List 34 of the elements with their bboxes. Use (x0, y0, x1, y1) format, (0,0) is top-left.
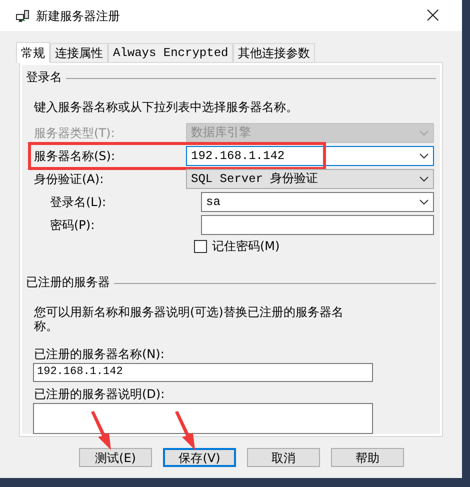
tab[interactable]: Always Encrypted (108, 43, 234, 62)
dialog-button[interactable]: 保存(V) (163, 448, 236, 467)
instruction-text: 键入服务器名称或从下拉列表中选择服务器名称。 (33, 99, 299, 116)
combo-box[interactable]: 192.168.1.142 (186, 146, 434, 166)
server-name-field[interactable]: 192.168.1.142 (33, 363, 373, 382)
window-title: 新建服务器注册 (36, 8, 121, 24)
group-title: 已注册的服务器 (26, 274, 110, 291)
checkbox[interactable] (194, 240, 207, 252)
combo-box[interactable]: sa (201, 192, 434, 212)
password-field[interactable] (201, 215, 434, 235)
field-label: 身份验证(A): (33, 171, 105, 188)
field-label: 已注册的服务器说明(D): (33, 386, 166, 402)
server-icon (16, 10, 30, 22)
close-button[interactable]: × (420, 4, 446, 26)
dialog-button[interactable]: 取消 (247, 448, 320, 467)
combo-box[interactable]: SQL Server 身份验证 (186, 169, 434, 189)
instruction-text: 您可以用新名称和服务器说明(可选)替换已注册的服务器名称。 (33, 305, 344, 333)
dialog-button[interactable]: 测试(E) (79, 448, 152, 467)
tab[interactable]: 常规 (16, 42, 50, 63)
tab[interactable]: 其他连接参数 (233, 43, 316, 62)
field-label: 登录名(L): (49, 194, 108, 211)
dialog-button[interactable]: 帮助 (331, 448, 404, 467)
field-label: 服务器类型(T): (33, 125, 116, 142)
field-label: 密码(P): (49, 217, 96, 234)
group-title: 登录名 (26, 69, 62, 86)
chevron-down-icon (419, 176, 429, 182)
chevron-down-icon (419, 199, 429, 205)
chevron-down-icon (419, 130, 429, 136)
field-label: 服务器名称(S): (33, 148, 116, 165)
remember-password-checkbox[interactable]: 记住密码(M) (194, 237, 280, 255)
chevron-down-icon (419, 153, 429, 159)
description-field[interactable] (33, 402, 373, 434)
field-label: 已注册的服务器名称(N): (33, 346, 166, 363)
tab[interactable]: 连接属性 (50, 43, 108, 62)
